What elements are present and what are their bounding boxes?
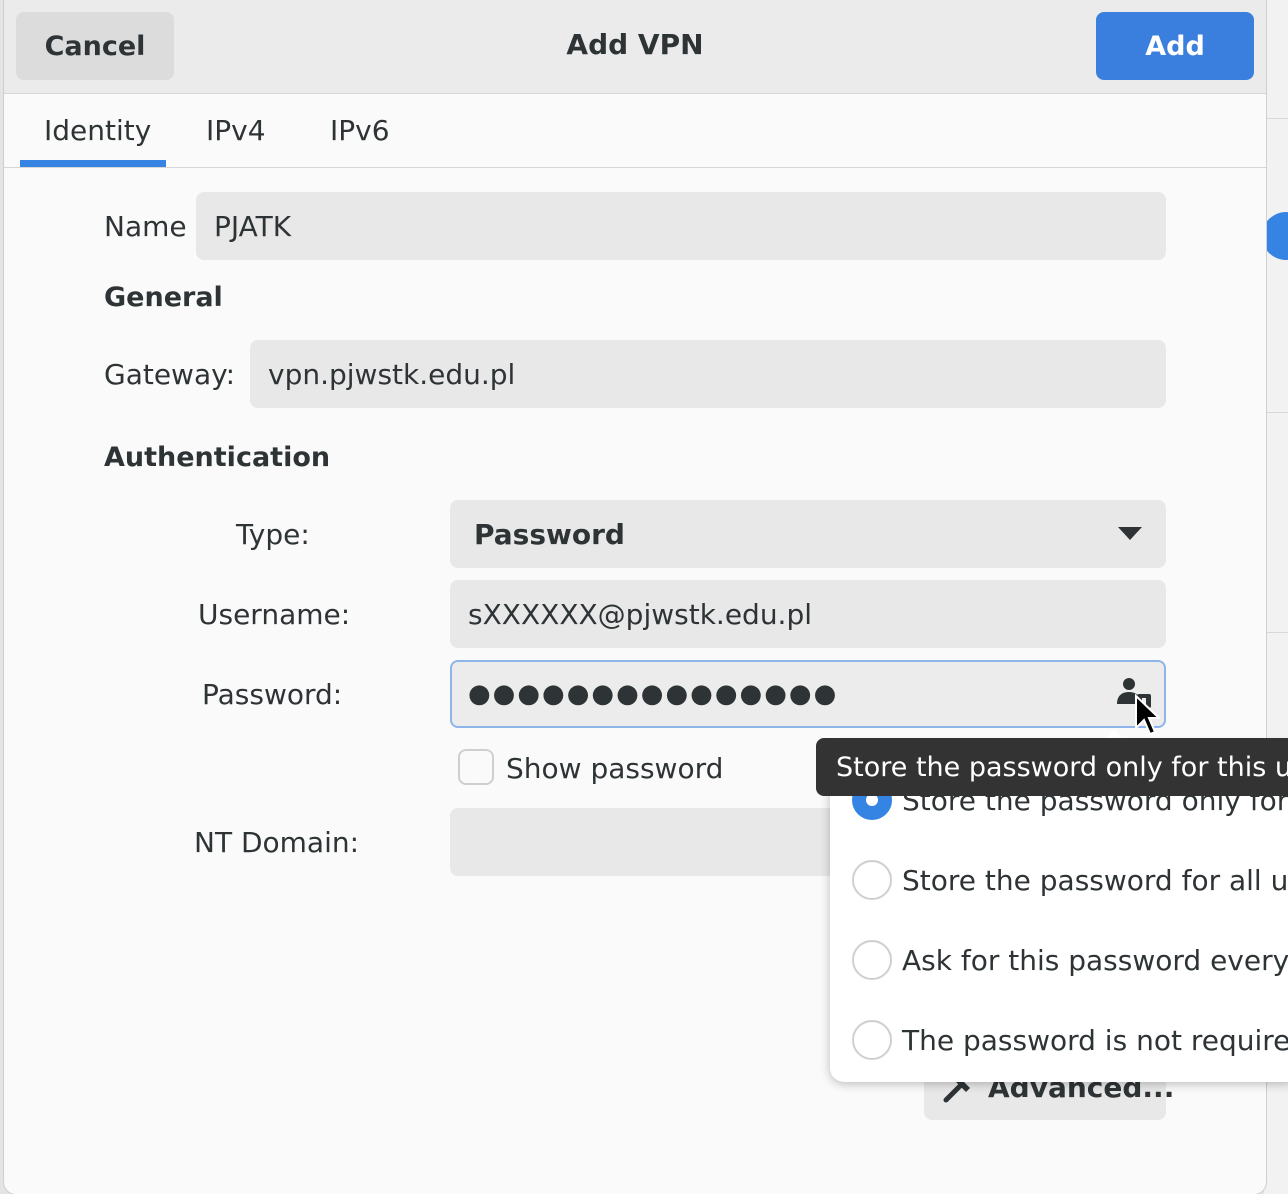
password-option-not-required[interactable]: The password is not required bbox=[852, 1018, 1288, 1062]
gateway-label: Gateway: bbox=[104, 358, 236, 391]
mouse-cursor-icon bbox=[1135, 694, 1160, 736]
active-tab-indicator bbox=[20, 160, 166, 167]
password-option-ask-every-time[interactable]: Ask for this password every time bbox=[852, 938, 1288, 982]
type-dropdown-value: Password bbox=[474, 517, 625, 551]
nt-domain-label: NT Domain: bbox=[194, 826, 360, 859]
radio-all-users-label: Store the password for all users bbox=[902, 863, 1288, 897]
type-label: Type: bbox=[236, 518, 310, 551]
password-option-all-users[interactable]: Store the password for all users bbox=[852, 858, 1288, 902]
password-dots: ●●●●●●●●●●●●●●● bbox=[468, 679, 839, 709]
radio-all-users[interactable] bbox=[852, 860, 892, 900]
name-label: Name bbox=[104, 210, 187, 243]
background-divider bbox=[1264, 118, 1288, 119]
authentication-heading: Authentication bbox=[104, 442, 331, 473]
dialog-title: Add VPN bbox=[566, 28, 704, 61]
chevron-down-icon bbox=[1118, 527, 1142, 540]
tab-bar: Identity IPv4 IPv6 bbox=[4, 94, 1266, 168]
tooltip: Store the password only for this user bbox=[816, 738, 1288, 796]
radio-ask-every-time-label: Ask for this password every time bbox=[902, 943, 1288, 977]
background-divider bbox=[1264, 412, 1288, 413]
name-input[interactable]: PJATK bbox=[196, 192, 1166, 260]
radio-not-required[interactable] bbox=[852, 1020, 892, 1060]
radio-ask-every-time[interactable] bbox=[852, 940, 892, 980]
add-button[interactable]: Add bbox=[1096, 12, 1254, 80]
password-label: Password: bbox=[202, 678, 343, 711]
header-bar: Cancel Add VPN Add bbox=[4, 0, 1266, 94]
username-input[interactable]: sXXXXXX@pjwstk.edu.pl bbox=[450, 580, 1166, 648]
password-input[interactable]: ●●●●●●●●●●●●●●● bbox=[450, 660, 1166, 728]
background-divider bbox=[1264, 632, 1288, 633]
tab-ipv6[interactable]: IPv6 bbox=[330, 114, 390, 147]
show-password-label[interactable]: Show password bbox=[506, 752, 723, 785]
tab-ipv4[interactable]: IPv4 bbox=[206, 114, 266, 147]
radio-not-required-label: The password is not required bbox=[902, 1023, 1288, 1057]
username-label: Username: bbox=[198, 598, 351, 631]
tab-identity[interactable]: Identity bbox=[44, 114, 151, 147]
general-heading: General bbox=[104, 282, 223, 313]
type-dropdown[interactable]: Password bbox=[450, 500, 1166, 568]
show-password-checkbox[interactable] bbox=[458, 749, 494, 785]
gateway-input[interactable]: vpn.pjwstk.edu.pl bbox=[250, 340, 1166, 408]
